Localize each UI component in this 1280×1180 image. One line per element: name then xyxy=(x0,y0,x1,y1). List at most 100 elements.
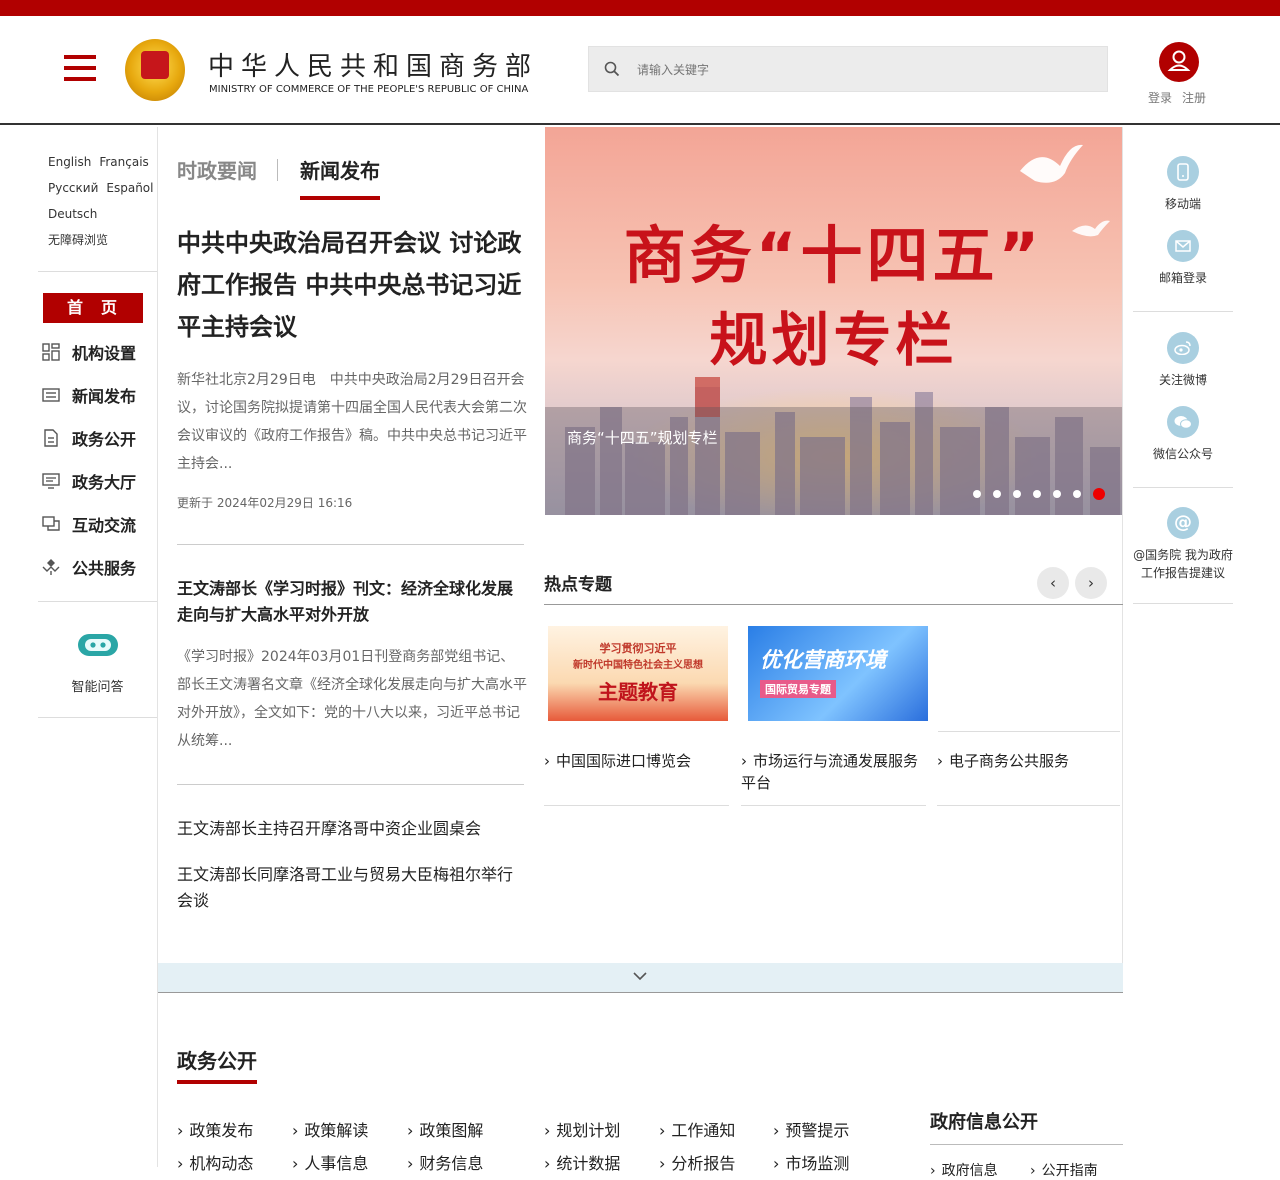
divider xyxy=(938,731,1120,732)
banner-title-line2: 规划专栏 xyxy=(709,306,958,374)
left-sidebar: English Français Русский Español Deutsch 无… xyxy=(38,127,158,1167)
wechat-link[interactable]: 微信公众号 xyxy=(1133,406,1233,462)
link-label: 预警提示 xyxy=(785,1121,850,1140)
link-work-notice[interactable]: › 工作通知 xyxy=(659,1117,735,1141)
link-label: 机构动态 xyxy=(189,1154,254,1173)
carousel-dot[interactable] xyxy=(973,490,981,498)
link-finance[interactable]: › 财务信息 xyxy=(407,1150,483,1174)
register-link[interactable]: 注册 xyxy=(1182,91,1206,105)
robot-icon[interactable] xyxy=(76,630,120,660)
link-analysis[interactable]: › 分析报告 xyxy=(659,1150,735,1174)
national-emblem-logo[interactable] xyxy=(125,39,185,101)
link-planning[interactable]: › 规划计划 xyxy=(544,1117,620,1141)
mobile-icon xyxy=(1167,156,1199,188)
user-icon[interactable] xyxy=(1159,42,1199,82)
topic-education-image[interactable]: 学习贯彻习近平 新时代中国特色社会主义思想 主题教育 xyxy=(548,626,728,721)
home-button[interactable]: 首页 xyxy=(43,293,143,323)
link-label: 人事信息 xyxy=(304,1154,369,1173)
sidebar-item-public-service[interactable]: 公共服务 xyxy=(42,555,136,579)
suggestion-link[interactable]: @ @国务院 我为政府工作报告提建议 xyxy=(1133,507,1233,582)
site-title-cn[interactable]: 中华人民共和国商务部 xyxy=(208,46,538,83)
carousel-dot[interactable] xyxy=(1013,490,1021,498)
lang-french[interactable]: Français xyxy=(99,155,148,169)
tab-press-release[interactable]: 新闻发布 xyxy=(300,155,380,200)
lang-russian[interactable]: Русский xyxy=(48,181,98,195)
menu-icon[interactable] xyxy=(64,55,96,81)
chevron-down-icon xyxy=(633,972,647,981)
site-title-en: MINISTRY OF COMMERCE OF THE PEOPLE'S REP… xyxy=(209,84,529,95)
carousel-dot[interactable] xyxy=(1053,490,1061,498)
sidebar-item-organization[interactable]: 机构设置 xyxy=(42,340,136,364)
link-gov-info[interactable]: › 政府信息 xyxy=(930,1160,998,1180)
lang-spanish[interactable]: Español xyxy=(106,181,153,195)
hot-link-ciie[interactable]: › 中国国际进口博览会 xyxy=(544,750,734,772)
sidebar-item-news[interactable]: 新闻发布 xyxy=(42,383,136,407)
divider xyxy=(38,271,157,272)
news-item-title[interactable]: 王文涛部长《学习时报》刊文：经济全球化发展走向与扩大高水平对外开放 xyxy=(177,576,527,628)
expand-toggle[interactable] xyxy=(158,963,1123,993)
link-org-news[interactable]: › 机构动态 xyxy=(177,1150,253,1174)
link-label: 市场监测 xyxy=(785,1154,850,1173)
site-header: 中华人民共和国商务部 MINISTRY OF COMMERCE OF THE P… xyxy=(0,16,1280,125)
carousel-dot[interactable] xyxy=(993,490,1001,498)
lang-english[interactable]: English xyxy=(48,155,91,169)
link-warning[interactable]: › 预警提示 xyxy=(773,1117,849,1141)
sidebar-item-service-hall[interactable]: 政务大厅 xyxy=(42,469,136,493)
right-item-label: 微信公众号 xyxy=(1152,447,1213,461)
link-policy-release[interactable]: › 政策发布 xyxy=(177,1117,253,1141)
tab-divider xyxy=(277,159,278,181)
topic-img-line2: 国际贸易专题 xyxy=(760,680,836,698)
sidebar-item-label: 政务公开 xyxy=(72,430,137,449)
link-statistics[interactable]: › 统计数据 xyxy=(544,1150,620,1174)
document-icon xyxy=(44,429,58,447)
wechat-icon xyxy=(1167,406,1199,438)
divider xyxy=(1133,487,1233,488)
sidebar-item-label: 政务大厅 xyxy=(72,473,137,492)
link-policy-graphics[interactable]: › 政策图解 xyxy=(407,1117,483,1141)
sidebar-item-label: 机构设置 xyxy=(72,344,137,363)
carousel-dot[interactable] xyxy=(1033,490,1041,498)
list-icon xyxy=(42,473,60,489)
smart-qa-label[interactable]: 智能问答 xyxy=(38,676,157,695)
hot-link-market[interactable]: › 市场运行与流通发展服务平台 xyxy=(741,750,926,794)
prev-arrow-icon[interactable]: ‹ xyxy=(1037,567,1069,599)
topic-business-env-image[interactable]: 优化营商环境 国际贸易专题 xyxy=(748,626,928,721)
headline-link[interactable]: 中共中央政治局召开会议 讨论政府工作报告 中共中央总书记习近平主持会议 xyxy=(177,222,527,348)
sidebar-item-interaction[interactable]: 互动交流 xyxy=(42,512,136,536)
link-label: 财务信息 xyxy=(419,1154,484,1173)
weibo-link[interactable]: 关注微博 xyxy=(1133,332,1233,388)
lang-german[interactable]: Deutsch xyxy=(48,207,97,221)
newspaper-icon xyxy=(42,388,60,402)
mail-login-link[interactable]: 邮箱登录 xyxy=(1133,230,1233,286)
hot-link-label: 市场运行与流通发展服务平台 xyxy=(741,752,919,792)
carousel-dot[interactable] xyxy=(1073,490,1081,498)
search-box xyxy=(588,46,1108,92)
link-market-monitor[interactable]: › 市场监测 xyxy=(773,1150,849,1174)
right-item-label: 邮箱登录 xyxy=(1158,271,1207,285)
tab-politics[interactable]: 时政要闻 xyxy=(177,155,257,184)
main-divider xyxy=(1122,127,1123,993)
accessibility-link[interactable]: 无障碍浏览 xyxy=(48,233,108,247)
mobile-link[interactable]: 移动端 xyxy=(1133,156,1233,212)
link-personnel[interactable]: › 人事信息 xyxy=(292,1150,368,1174)
divider xyxy=(741,805,926,806)
search-input[interactable] xyxy=(637,57,1087,83)
news-list-item[interactable]: 王文涛部长同摩洛哥工业与贸易大臣梅祖尔举行会谈 xyxy=(177,862,522,914)
banner-carousel[interactable]: 商务“十四五” 规划专栏 商务“十四五”规划专栏 xyxy=(545,127,1122,515)
banner-caption[interactable]: 商务“十四五”规划专栏 xyxy=(567,427,718,448)
link-label: 政策图解 xyxy=(419,1121,484,1140)
main-divider xyxy=(157,993,158,1167)
carousel-dot-active[interactable] xyxy=(1093,488,1105,500)
hot-link-ecommerce[interactable]: › 电子商务公共服务 xyxy=(937,750,1117,772)
news-list-item[interactable]: 王文涛部长主持召开摩洛哥中资企业圆桌会 xyxy=(177,816,522,842)
link-gov-guide[interactable]: › 公开指南 xyxy=(1030,1160,1098,1180)
topic-img-line3: 主题教育 xyxy=(598,680,678,704)
auth-links: 登录 注册 xyxy=(1148,89,1216,106)
sidebar-item-gov-affairs[interactable]: 政务公开 xyxy=(42,426,136,450)
mail-icon xyxy=(1167,230,1199,262)
link-label: 分析报告 xyxy=(671,1154,736,1173)
search-icon[interactable] xyxy=(604,61,620,77)
login-link[interactable]: 登录 xyxy=(1148,91,1172,105)
next-arrow-icon[interactable]: › xyxy=(1075,567,1107,599)
link-policy-interpretation[interactable]: › 政策解读 xyxy=(292,1117,368,1141)
